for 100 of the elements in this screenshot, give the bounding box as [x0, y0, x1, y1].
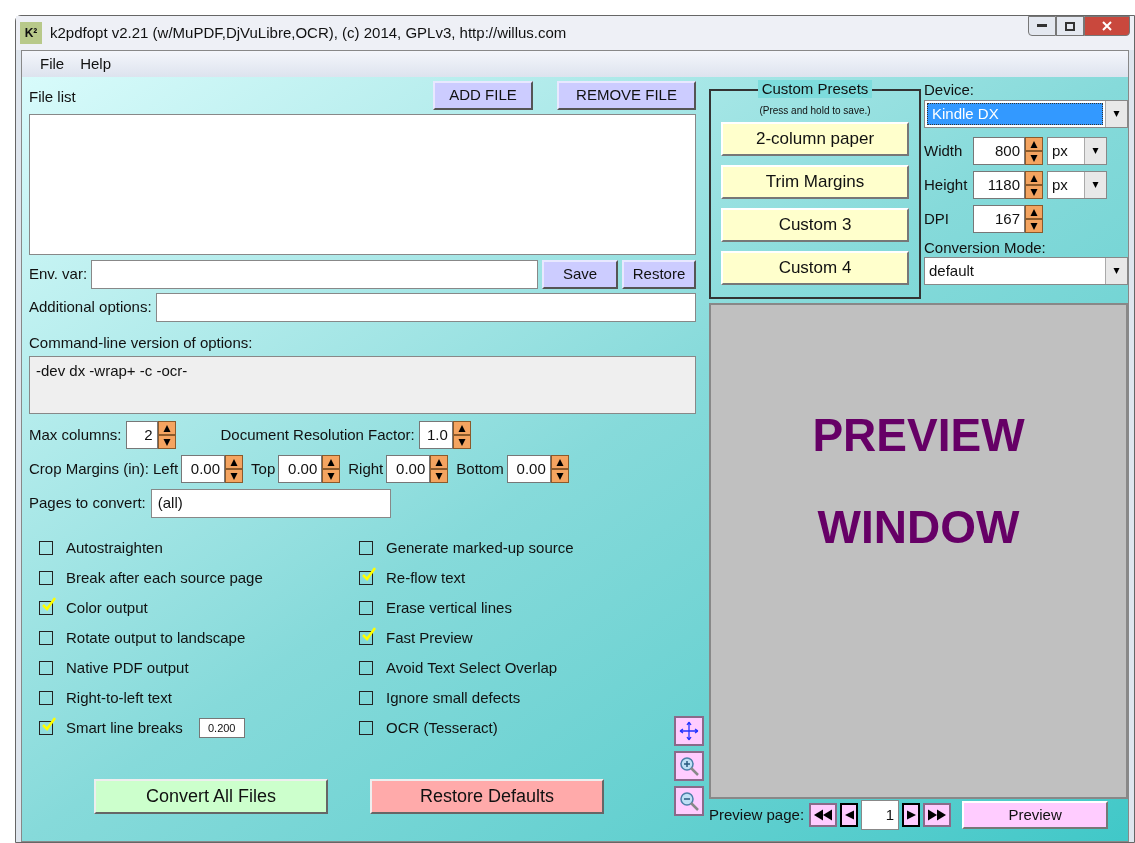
group-title: Custom Presets	[757, 80, 873, 98]
field-label: Left	[153, 458, 179, 479]
field-label: Width	[924, 140, 964, 161]
maximize-button[interactable]	[1056, 16, 1084, 36]
up-arrow-icon	[1029, 174, 1039, 182]
double-right-arrow-icon	[928, 809, 947, 821]
checkbox-label: Ignore small defects	[386, 687, 521, 708]
save-button[interactable]: Save	[542, 259, 618, 289]
first-page-button[interactable]	[809, 803, 838, 827]
dropdown-button[interactable]	[1105, 258, 1127, 284]
dropdown-button[interactable]	[1084, 138, 1106, 164]
number-field[interactable]: 0.00	[181, 455, 226, 483]
spin-down-button[interactable]	[322, 469, 341, 483]
field-label: Crop Margins (in):	[29, 458, 150, 479]
down-arrow-icon	[456, 438, 467, 446]
number-field[interactable]: 0.00	[386, 455, 431, 483]
close-button[interactable]	[1084, 16, 1130, 36]
pages-field[interactable]: (all)	[150, 488, 391, 518]
spin-down-button[interactable]	[1025, 219, 1043, 233]
checkbox-label: Avoid Text Select Overlap	[386, 657, 558, 678]
number-field[interactable]: 0.00	[506, 455, 551, 483]
zoom-out-button[interactable]	[674, 786, 704, 816]
spin-down-button[interactable]	[430, 469, 449, 483]
preset-button[interactable]: 2-column paper	[721, 122, 909, 156]
preset-button[interactable]: Custom 3	[721, 208, 909, 242]
minimize-button[interactable]	[1028, 16, 1056, 36]
additional-options-field[interactable]	[155, 293, 696, 322]
checkbox[interactable]	[39, 631, 53, 645]
spin-up-button[interactable]	[322, 455, 341, 469]
field-label: Height	[924, 174, 969, 195]
number-field[interactable]: 1.0	[418, 421, 453, 449]
number-field[interactable]: 0.00	[278, 455, 323, 483]
spin-up-button[interactable]	[1025, 205, 1043, 219]
number-field[interactable]: 1180	[973, 171, 1025, 199]
down-arrow-icon	[161, 438, 172, 446]
spin-down-button[interactable]	[1025, 151, 1043, 165]
left-arrow-icon	[844, 809, 854, 821]
value-field[interactable]: 0.200	[198, 718, 245, 738]
spin-up-button[interactable]	[430, 455, 449, 469]
restore-button[interactable]: Restore	[622, 259, 696, 289]
checkbox[interactable]	[39, 541, 53, 555]
field-label: Right	[348, 458, 384, 479]
checkbox[interactable]	[359, 721, 373, 735]
add-file-button[interactable]: ADD FILE	[433, 81, 533, 110]
spin-up-button[interactable]	[1025, 137, 1043, 151]
down-arrow-icon	[554, 472, 565, 480]
unit-dropdown[interactable]: px	[1047, 171, 1107, 199]
checkbox[interactable]	[359, 661, 373, 675]
next-page-button[interactable]	[902, 803, 921, 827]
number-field[interactable]: 2	[125, 421, 158, 449]
preview-button[interactable]: Preview	[962, 801, 1109, 829]
checkbox-label: Rotate output to landscape	[66, 627, 246, 648]
previous-page-button[interactable]	[840, 803, 859, 827]
env-var-field[interactable]	[91, 259, 538, 289]
checkbox[interactable]	[359, 541, 373, 555]
preset-button[interactable]: Custom 4	[721, 251, 909, 285]
preset-button[interactable]: Trim Margins	[721, 165, 909, 199]
down-arrow-icon	[326, 472, 337, 480]
dropdown-button[interactable]	[1105, 101, 1127, 127]
number-field[interactable]: 167	[973, 205, 1025, 233]
menu-item[interactable]: File	[40, 52, 65, 76]
menu-item[interactable]: Help	[80, 52, 112, 76]
field-label: Additional options:	[29, 297, 152, 318]
checkbox[interactable]	[39, 661, 53, 675]
checkbox[interactable]	[39, 691, 53, 705]
dropdown-button[interactable]	[1084, 172, 1106, 198]
convert-button[interactable]: Convert All Files	[94, 779, 328, 814]
pan-button[interactable]	[674, 716, 704, 746]
caret-icon	[1112, 111, 1121, 117]
page-number-field[interactable]: 1	[861, 800, 900, 830]
checkbox-label: Break after each source page	[66, 567, 263, 588]
last-page-button[interactable]	[923, 803, 952, 827]
spin-down-button[interactable]	[1025, 185, 1043, 199]
checkmark-icon	[361, 566, 377, 582]
up-arrow-icon	[554, 458, 565, 466]
checkbox[interactable]	[359, 601, 373, 615]
spin-down-button[interactable]	[225, 469, 244, 483]
restore-defaults-button[interactable]: Restore Defaults	[370, 779, 604, 814]
checkmark-icon	[41, 716, 57, 732]
remove-file-button[interactable]: REMOVE FILE	[557, 81, 696, 110]
caret-icon	[1091, 182, 1100, 188]
down-arrow-icon	[434, 472, 445, 480]
up-arrow-icon	[456, 424, 467, 432]
checkbox[interactable]	[359, 691, 373, 705]
field-label: Preview page:	[709, 804, 805, 825]
checkbox[interactable]	[39, 571, 53, 585]
down-arrow-icon	[1029, 188, 1039, 196]
number-field[interactable]: 800	[973, 137, 1025, 165]
field-label: Conversion Mode:	[924, 239, 1047, 257]
checkmark-icon	[41, 596, 57, 612]
checkbox-label: Re-flow text	[386, 567, 466, 588]
checkbox-label: Native PDF output	[66, 657, 189, 678]
spin-up-button[interactable]	[1025, 171, 1043, 185]
zoom-in-button[interactable]	[674, 751, 704, 781]
double-left-arrow-icon	[814, 809, 833, 821]
mode-dropdown[interactable]: default	[924, 257, 1128, 285]
spin-up-button[interactable]	[225, 455, 244, 469]
unit-dropdown[interactable]: px	[1047, 137, 1107, 165]
section-label: File list	[29, 86, 77, 107]
caret-icon	[1091, 148, 1100, 154]
